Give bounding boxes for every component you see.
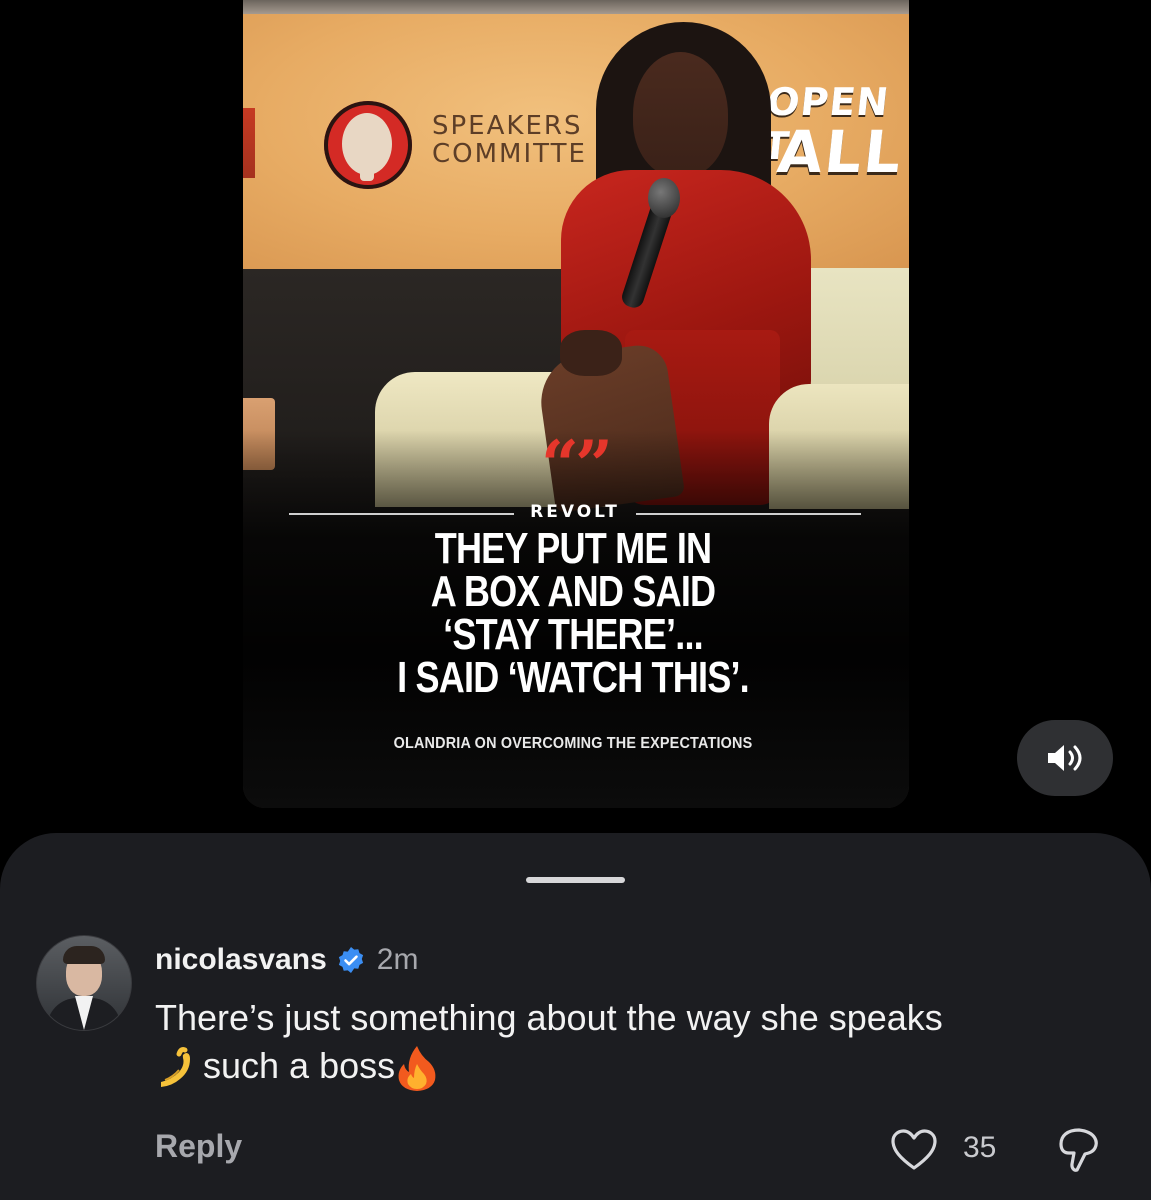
comment-text-line1: There’s just something about the way she… (155, 997, 943, 1038)
microphone-head (648, 178, 680, 218)
brand-divider-right (636, 513, 861, 515)
video-top-strip (243, 0, 909, 14)
headline-line: THEY PUT ME IN (434, 524, 712, 573)
quote-marks-icon: “” (541, 426, 613, 504)
comment-username[interactable]: nicolasvans (155, 943, 327, 977)
heart-icon[interactable] (890, 1128, 938, 1172)
logo-text-line2: COMMITTE (432, 139, 587, 169)
comment-header: nicolasvans 2m (155, 940, 418, 980)
comment-text-line2: such a boss (203, 1045, 396, 1086)
sound-toggle-button[interactable] (1017, 720, 1113, 796)
reply-button[interactable]: Reply (155, 1128, 242, 1165)
speaker-volume-icon (1048, 745, 1082, 771)
brand-name: REVOLT (530, 502, 620, 522)
headline-line: I SAID ‘WATCH THIS’. (397, 653, 750, 702)
avatar[interactable] (36, 935, 132, 1031)
quote-subline: OLANDRIA ON OVERCOMING THE EXPECTATIONS (393, 735, 753, 752)
reel-video[interactable]: SPEAKERS COMMITTE OPEN T ALL “” REVOLT T… (243, 0, 909, 808)
speakers-committee-text: SPEAKERS COMMITTE (432, 112, 587, 168)
banner-line2: ALL (774, 118, 907, 186)
fire-emoji (398, 1046, 436, 1092)
logo-text-line1: SPEAKERS (432, 111, 583, 141)
like-count: 35 (963, 1131, 997, 1164)
headline-line: A BOX AND SAID (430, 567, 716, 616)
verified-badge-icon (338, 947, 363, 973)
comment-text-line2-wrap: such a boss (155, 1042, 1115, 1092)
thumbs-down-icon[interactable] (1055, 1126, 1103, 1174)
sheet-grab-handle[interactable] (526, 877, 625, 883)
comment-body: There’s just something about the way she… (155, 994, 1115, 1092)
speaker-hand (560, 330, 622, 376)
comment-timestamp: 2m (376, 943, 419, 976)
headline-line: ‘STAY THERE’... (443, 610, 704, 659)
backdrop-red-edge (243, 108, 255, 178)
screen: SPEAKERS COMMITTE OPEN T ALL “” REVOLT T… (0, 0, 1151, 1200)
speakers-committee-logo (324, 101, 412, 189)
brand-divider-left (289, 513, 514, 515)
speaker-face (633, 52, 728, 177)
quote-headline: THEY PUT ME IN A BOX AND SAID ‘STAY THER… (352, 524, 795, 702)
pinching-hand-emoji (161, 1047, 190, 1088)
